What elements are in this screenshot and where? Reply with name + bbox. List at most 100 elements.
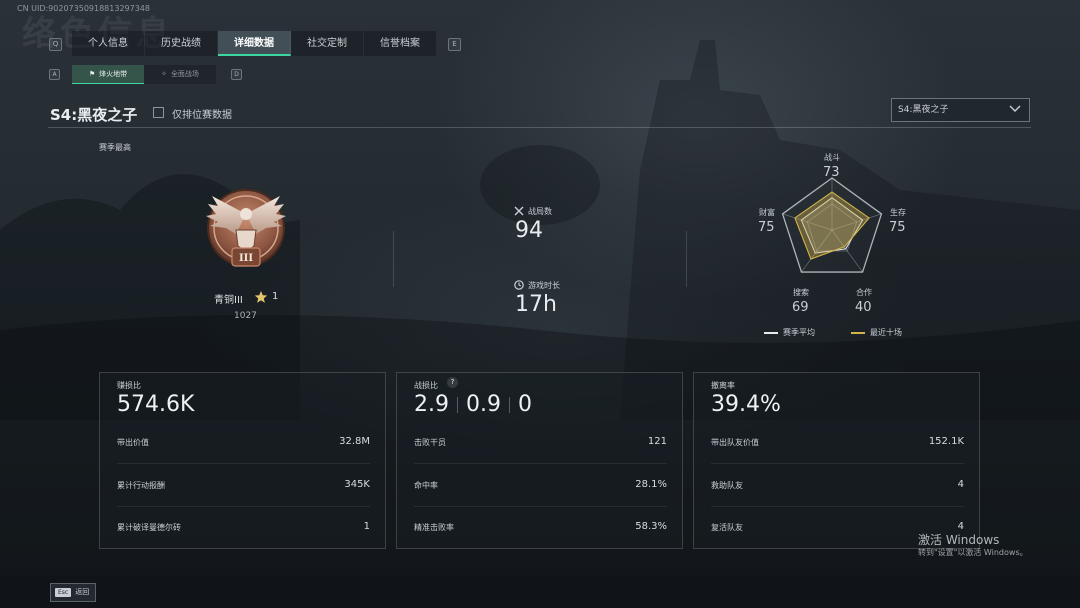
stat-row-value: 121 [647, 436, 667, 447]
stat-row: 累计行动报酬 345K [117, 479, 370, 493]
ability-radar-chart [781, 177, 883, 273]
stat-row: 累计破译曼德尔砖 1 [117, 521, 370, 535]
radar-value-wealth: 75 [758, 220, 775, 235]
badge-numeral: III [239, 253, 253, 264]
season-dropdown[interactable]: S4:黑夜之子 [891, 98, 1030, 122]
stat-row: 击败干员 121 [414, 436, 667, 450]
subtab-full-battlefield[interactable]: ✧ 全面战场 [144, 65, 216, 84]
legend-season-avg: 赛季平均 [783, 328, 815, 337]
extraction-value: 39.4% [711, 392, 781, 417]
rank-name: 青铜III [214, 295, 243, 306]
ranked-only-checkbox[interactable] [153, 107, 164, 118]
profit-label: 赚损比 [117, 381, 141, 390]
subtab-label: 全面战场 [170, 70, 199, 78]
bottom-bar [0, 575, 1080, 608]
bronze-rank-badge-icon: III [206, 189, 286, 267]
stat-row: 命中率 28.1% [414, 479, 667, 493]
subtab-label: 烽火地带 [99, 70, 128, 78]
radar-value-survival: 75 [889, 220, 906, 235]
windows-activation-hint: 转到"设置"以激活 Windows。 [918, 548, 1028, 557]
rank-score: 1027 [234, 311, 257, 321]
stat-row-label: 累计行动报酬 [117, 481, 165, 490]
tab-next-key[interactable]: E [448, 38, 461, 51]
rank-star-count: 1 [272, 291, 279, 302]
tab-profile[interactable]: 个人信息 [72, 31, 145, 56]
stat-row-label: 精准击败率 [414, 523, 454, 532]
season-dropdown-value: S4:黑夜之子 [898, 105, 949, 115]
radar-value-combat: 73 [823, 165, 840, 180]
season-title: S4:黑夜之子 [50, 106, 138, 124]
extraction-card: 撤离率 39.4% 带出队友价值 152.1K 救助队友 4 复活队友 4 [693, 372, 980, 549]
playtime-label: 游戏时长 [528, 281, 560, 290]
section-divider [393, 231, 394, 287]
screen: 络色信息 CN UID:9020735091881329734​8 Q 个人信息… [0, 0, 1080, 608]
legend-swatch-recent [851, 332, 865, 334]
kd-value-secondary: 0.9 [466, 392, 501, 417]
stat-row-label: 累计破译曼德尔砖 [117, 523, 181, 532]
kd-separator [509, 397, 510, 413]
star-icon [254, 291, 268, 303]
stat-row: 精准击败率 58.3% [414, 521, 667, 535]
radar-label-cooperation: 合作 [856, 288, 872, 297]
legend-recent-ten: 最近十场 [870, 328, 902, 337]
kd-value-primary: 2.9 [414, 392, 449, 417]
row-divider [711, 463, 964, 464]
stat-row-value: 152.1K [928, 436, 964, 447]
subtab-hazard-zone[interactable]: ⚑ 烽火地带 [72, 65, 144, 84]
chevron-down-icon [1009, 105, 1021, 112]
stat-row-value: 28.1% [635, 479, 667, 490]
legend-swatch-season-avg [764, 332, 778, 334]
tab-prev-key[interactable]: Q [49, 38, 62, 51]
season-peak-label: 赛季最高 [99, 143, 131, 152]
main-tabs: 个人信息 历史战绩 详细数据 社交定制 信誉档案 [72, 31, 437, 56]
esc-key-hint: Esc [55, 588, 72, 597]
radar-value-search: 69 [792, 300, 809, 315]
radar-label-wealth: 财富 [759, 208, 775, 217]
kd-separator [457, 397, 458, 413]
row-divider [117, 506, 370, 507]
tab-detailed-data[interactable]: 详细数据 [218, 31, 291, 56]
battlefield-icon: ✧ [161, 70, 167, 78]
radar-label-search: 搜索 [793, 288, 809, 297]
stat-row-value: 345K [344, 479, 370, 490]
stat-row-label: 带出队友价值 [711, 438, 759, 447]
stat-row: 救助队友 4 [711, 479, 964, 493]
crossed-swords-icon [514, 206, 524, 216]
clock-icon [514, 280, 524, 290]
help-icon[interactable]: ? [447, 377, 458, 388]
matches-label: 战局数 [528, 207, 552, 216]
stat-row-label: 击败干员 [414, 438, 446, 447]
stat-row-label: 带出价值 [117, 438, 149, 447]
hazard-zone-icon: ⚑ [88, 70, 96, 78]
tab-reputation[interactable]: 信誉档案 [364, 31, 437, 56]
header-divider [48, 127, 1031, 128]
kd-values: 2.9 0.9 0 [414, 392, 532, 417]
matches-value: 94 [515, 218, 543, 243]
kd-value-tertiary: 0 [518, 392, 532, 417]
section-divider [686, 231, 687, 287]
back-label: 返回 [75, 588, 90, 596]
stat-row-label: 复活队友 [711, 523, 743, 532]
tab-social[interactable]: 社交定制 [291, 31, 364, 56]
stat-row: 带出价值 32.8M [117, 436, 370, 450]
extraction-label: 撤离率 [711, 381, 735, 390]
subtab-prev-key[interactable]: A [49, 69, 60, 80]
stat-row-value: 1 [363, 521, 370, 532]
radar-label-survival: 生存 [890, 208, 906, 217]
playtime-value: 17h [515, 292, 557, 317]
ranked-only-label[interactable]: 仅排位赛数据 [172, 106, 232, 121]
stat-row-label: 救助队友 [711, 481, 743, 490]
kd-label: 战损比 [414, 381, 438, 390]
back-button[interactable]: Esc 返回 [50, 583, 96, 602]
tab-history[interactable]: 历史战绩 [145, 31, 218, 56]
row-divider [414, 506, 667, 507]
stat-row: 带出队友价值 152.1K [711, 436, 964, 450]
profit-card: 赚损比 574.6K 带出价值 32.8M 累计行动报酬 345K 累计破译曼德… [99, 372, 386, 549]
mode-subtabs: ⚑ 烽火地带 ✧ 全面战场 [72, 65, 216, 84]
stat-row-value: 58.3% [635, 521, 667, 532]
stat-row-value: 32.8M [339, 436, 370, 447]
subtab-next-key[interactable]: D [231, 69, 242, 80]
row-divider [117, 463, 370, 464]
windows-activation-title: 激活 Windows [918, 533, 1000, 547]
profit-value: 574.6K [117, 392, 195, 417]
